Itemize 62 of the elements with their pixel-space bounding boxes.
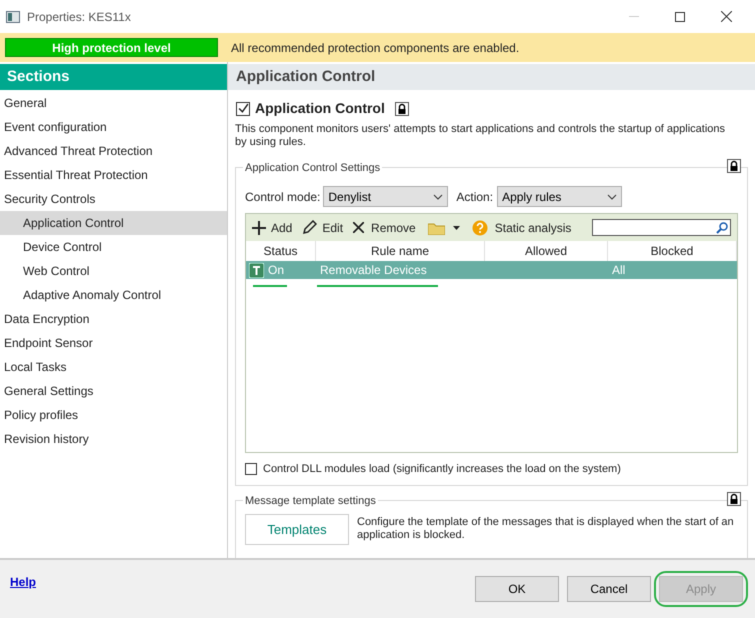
banner-message: All recommended protection components are enabled. <box>231 40 520 56</box>
dropdown[interactable]: Apply rules <box>497 186 622 207</box>
sidebar-item[interactable]: Application Control <box>0 211 227 235</box>
control-mode-label: Control mode: <box>245 188 320 206</box>
lock-icon[interactable] <box>394 102 409 116</box>
dialog-button[interactable]: Cancel <box>567 576 651 602</box>
sidebar-item[interactable]: Local Tasks <box>0 355 227 379</box>
dll-option-label: Control DLL modules load (significantly increases the load on the system) <box>263 462 621 477</box>
sidebar-item[interactable]: Revision history <box>0 427 227 451</box>
close-icon <box>353 222 364 233</box>
template-description: Configure the template of the messages that is displayed when the start of an application is blocked. <box>357 515 735 542</box>
table-cell-text: All <box>612 262 626 279</box>
component-description: This component monitors users' attempts to start applications and controls the startup of applications by using rules. <box>235 123 726 149</box>
sidebar-item[interactable]: Adaptive Anomaly Control <box>0 283 227 307</box>
close-icon[interactable] <box>720 11 732 22</box>
sidebar-item[interactable]: Device Control <box>0 235 227 259</box>
templates-button[interactable]: Templates <box>245 514 349 545</box>
edit-button[interactable]: Edit <box>302 218 344 236</box>
pencil-icon <box>302 220 318 235</box>
rule-status-icon <box>249 262 264 278</box>
table-cell-text: Removable Devices <box>320 262 427 279</box>
sidebar-item[interactable]: Event configuration <box>0 115 227 139</box>
checkbox[interactable] <box>236 102 250 116</box>
sidebar-item[interactable]: Essential Threat Protection <box>0 163 227 187</box>
sidebar-item[interactable]: Web Control <box>0 259 227 283</box>
folder-icon <box>428 220 445 234</box>
search-icon <box>716 222 728 234</box>
table-cell-text: On <box>268 262 284 279</box>
lock-icon[interactable] <box>727 159 741 173</box>
help-link[interactable]: Help <box>10 573 36 591</box>
dropdown[interactable]: Denylist <box>323 186 448 207</box>
sidebar-item[interactable]: Advanced Threat Protection <box>0 139 227 163</box>
checkbox[interactable] <box>245 463 257 476</box>
window-icon <box>6 10 20 22</box>
add-button[interactable]: Add <box>252 218 292 236</box>
window-title: Properties: KES11x <box>27 8 131 26</box>
sidebar-item[interactable]: Policy profiles <box>0 403 227 427</box>
lock-icon[interactable] <box>727 492 741 506</box>
sidebar-item[interactable]: General <box>0 91 227 115</box>
maximize-icon[interactable] <box>675 12 685 22</box>
sidebar-item[interactable]: General Settings <box>0 379 227 403</box>
sidebar-title: Sections <box>0 64 227 90</box>
search-field[interactable] <box>592 219 731 236</box>
sidebar-item[interactable]: Data Encryption <box>0 307 227 331</box>
highlight-underline <box>253 285 287 287</box>
help-icon <box>472 220 488 236</box>
remove-button[interactable]: Remove <box>353 218 416 236</box>
action-label: Action: <box>456 188 494 206</box>
content-header: Application Control <box>228 64 755 90</box>
group-title: Application Control Settings <box>243 160 382 176</box>
component-title: Application Control <box>255 99 385 118</box>
caret-icon <box>452 226 460 230</box>
protection-level-badge: High protection level <box>5 38 218 57</box>
chevron-down-icon <box>607 194 618 200</box>
sidebar-item[interactable]: Security Controls <box>0 187 227 211</box>
group-title: Message template settings <box>243 493 378 510</box>
dialog-button[interactable]: OK <box>475 576 559 602</box>
chevron-down-icon <box>433 194 444 200</box>
static-analysis-button[interactable]: Static analysis <box>472 218 572 236</box>
folder-dropdown-button[interactable] <box>428 220 460 234</box>
plus-icon <box>252 220 266 234</box>
sidebar-item[interactable]: Endpoint Sensor <box>0 331 227 355</box>
